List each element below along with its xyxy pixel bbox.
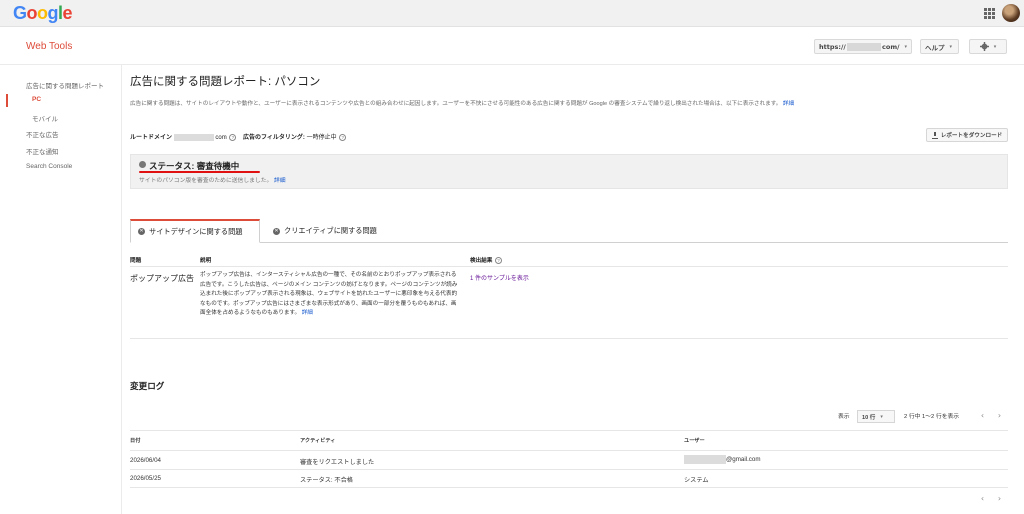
gear-icon bbox=[979, 42, 989, 51]
prev-page-button[interactable]: ‹ bbox=[975, 493, 990, 506]
settings-button[interactable]: ▾ bbox=[969, 39, 1007, 54]
google-logo[interactable]: Google bbox=[13, 3, 73, 24]
rows-label: 表示 bbox=[838, 414, 850, 420]
logo-letter: g bbox=[47, 3, 59, 23]
filtering-value: 一時停止中 bbox=[306, 135, 337, 141]
status-panel: ステータス: 審査待機中 サイトのパソコン版を審査のために送信しました。 詳細 bbox=[130, 154, 1008, 189]
help-icon[interactable]: ? bbox=[339, 133, 347, 141]
main-content: 広告に関する問題レポート: パソコン 広告に関する問題は、サイトのレイアウトや動… bbox=[122, 65, 1024, 514]
sidebar: 広告に関する問題レポート PC モバイル 不正な広告 不正な通知 Search … bbox=[0, 65, 122, 514]
filtering-label: 広告のフィルタリング: bbox=[243, 135, 305, 141]
table-divider bbox=[130, 450, 1008, 451]
sidebar-active-marker bbox=[6, 94, 8, 107]
rows-per-page-select[interactable]: 10 行 ▾ bbox=[857, 410, 895, 423]
property-suffix: com/ bbox=[882, 42, 900, 51]
rows-value: 10 行 bbox=[862, 414, 876, 421]
issue-tabs: ✕ サイトデザインに関する問題 ✕ クリエイティブに関する問題 bbox=[130, 219, 1008, 243]
root-domain-suffix: com bbox=[215, 135, 227, 141]
logo-letter: o bbox=[26, 3, 38, 23]
app-header: Web Tools https:// com/ ▾ ヘルプ ▾ ▾ bbox=[0, 27, 1024, 65]
table-divider bbox=[130, 469, 1008, 470]
intro-body: 広告に関する問題は、サイトのレイアウトや動作と、ユーザーに表示されるコンテンツや… bbox=[130, 101, 782, 107]
table-divider bbox=[130, 487, 1008, 488]
report-meta: ルートドメイン com ? 広告のフィルタリング: 一時停止中 ? bbox=[130, 132, 347, 141]
status-icon bbox=[139, 161, 146, 168]
download-icon bbox=[931, 131, 938, 139]
issue-details-link[interactable]: 詳細 bbox=[302, 310, 313, 316]
close-circle-icon: ✕ bbox=[138, 228, 145, 235]
issue-description: ポップアップ広告は、インタースティシャル広告の一種で、その名前のとおりポップアッ… bbox=[200, 271, 462, 319]
table-divider bbox=[130, 266, 1008, 267]
download-report-button[interactable]: レポートをダウンロード bbox=[926, 128, 1008, 142]
prev-page-button[interactable]: ‹ bbox=[975, 410, 990, 423]
sidebar-item-ad-experience-report[interactable]: 広告に関する問題レポート bbox=[26, 80, 104, 90]
chevron-down-icon: ▾ bbox=[949, 43, 953, 50]
property-selector[interactable]: https:// com/ ▾ bbox=[814, 39, 912, 54]
app-title[interactable]: Web Tools bbox=[26, 41, 72, 52]
download-label: レポートをダウンロード bbox=[940, 133, 1003, 139]
issue-desc-text: ポップアップ広告は、インタースティシャル広告の一種で、その名前のとおりポップアッ… bbox=[200, 272, 458, 317]
top-bar: Google bbox=[0, 0, 1024, 27]
avatar[interactable] bbox=[1002, 4, 1020, 22]
status-description: サイトのパソコン版を審査のために送信しました。 詳細 bbox=[139, 175, 286, 184]
result-header-label: 検出結果 bbox=[470, 258, 493, 264]
log-user: @gmail.com bbox=[684, 455, 760, 464]
column-header-result: 検出結果 ? bbox=[470, 256, 502, 265]
log-user: システム bbox=[684, 477, 709, 484]
help-label: ヘルプ bbox=[925, 43, 945, 52]
table-divider bbox=[130, 430, 1008, 431]
help-icon[interactable]: ? bbox=[229, 133, 237, 141]
chevron-down-icon: ▾ bbox=[880, 413, 883, 420]
tab-label: サイトデザインに関する問題 bbox=[149, 226, 243, 236]
column-header-date: 日付 bbox=[130, 438, 141, 444]
status-details-link[interactable]: 詳細 bbox=[274, 178, 286, 184]
tab-creative-issues[interactable]: ✕ クリエイティブに関する問題 bbox=[266, 219, 384, 243]
next-page-button[interactable]: › bbox=[992, 410, 1007, 423]
root-domain-label: ルートドメイン bbox=[130, 135, 173, 141]
sidebar-item-search-console[interactable]: Search Console bbox=[26, 163, 72, 170]
redacted-domain bbox=[173, 133, 214, 141]
close-circle-icon: ✕ bbox=[273, 227, 280, 235]
annotation-underline bbox=[139, 171, 260, 173]
property-prefix: https:// bbox=[819, 42, 846, 51]
status-desc-text: サイトのパソコン版を審査のために送信しました。 bbox=[139, 178, 273, 184]
intro-details-link[interactable]: 詳細 bbox=[783, 101, 794, 107]
help-button[interactable]: ヘルプ ▾ bbox=[920, 39, 959, 54]
table-divider bbox=[130, 338, 1008, 339]
apps-grid-icon[interactable] bbox=[984, 8, 995, 19]
logo-letter: G bbox=[13, 3, 27, 23]
redacted-domain bbox=[846, 42, 882, 51]
log-date: 2026/06/04 bbox=[130, 457, 161, 464]
sidebar-item-abusive-notifications[interactable]: 不正な通知 bbox=[26, 146, 59, 156]
help-icon[interactable]: ? bbox=[494, 257, 502, 265]
tab-label: クリエイティブに関する問題 bbox=[284, 226, 377, 235]
sidebar-item-mobile[interactable]: モバイル bbox=[32, 113, 58, 123]
log-date: 2026/05/25 bbox=[130, 475, 161, 482]
column-header-issue: 問題 bbox=[130, 258, 142, 264]
log-user-suffix: @gmail.com bbox=[726, 456, 761, 464]
logo-letter: o bbox=[37, 3, 48, 23]
intro-text: 広告に関する問題は、サイトのレイアウトや動作と、ユーザーに表示されるコンテンツや… bbox=[130, 99, 794, 107]
sidebar-item-abusive-ads[interactable]: 不正な広告 bbox=[26, 129, 59, 139]
view-sample-link[interactable]: 1 件のサンプルを表示 bbox=[470, 273, 529, 282]
pagination-range: 2 行中 1〜2 行を表示 bbox=[904, 414, 960, 420]
logo-letter: e bbox=[62, 3, 73, 23]
next-page-button[interactable]: › bbox=[992, 493, 1007, 506]
chevron-down-icon: ▾ bbox=[904, 43, 907, 50]
log-activity: ステータス: 不合格 bbox=[300, 477, 353, 484]
column-header-activity: アクティビティ bbox=[300, 438, 336, 444]
redacted-email bbox=[684, 455, 726, 464]
page-title: 広告に関する問題レポート: パソコン bbox=[130, 76, 321, 88]
sidebar-item-pc[interactable]: PC bbox=[32, 96, 41, 103]
log-activity: 審査をリクエストしました bbox=[300, 459, 375, 466]
chevron-down-icon: ▾ bbox=[993, 43, 997, 50]
changelog-title: 変更ログ bbox=[130, 381, 165, 391]
column-header-user: ユーザー bbox=[684, 438, 705, 444]
issue-name: ポップアップ広告 bbox=[130, 274, 194, 283]
tab-site-design-issues[interactable]: ✕ サイトデザインに関する問題 bbox=[130, 219, 260, 243]
column-header-description: 説明 bbox=[200, 258, 212, 264]
